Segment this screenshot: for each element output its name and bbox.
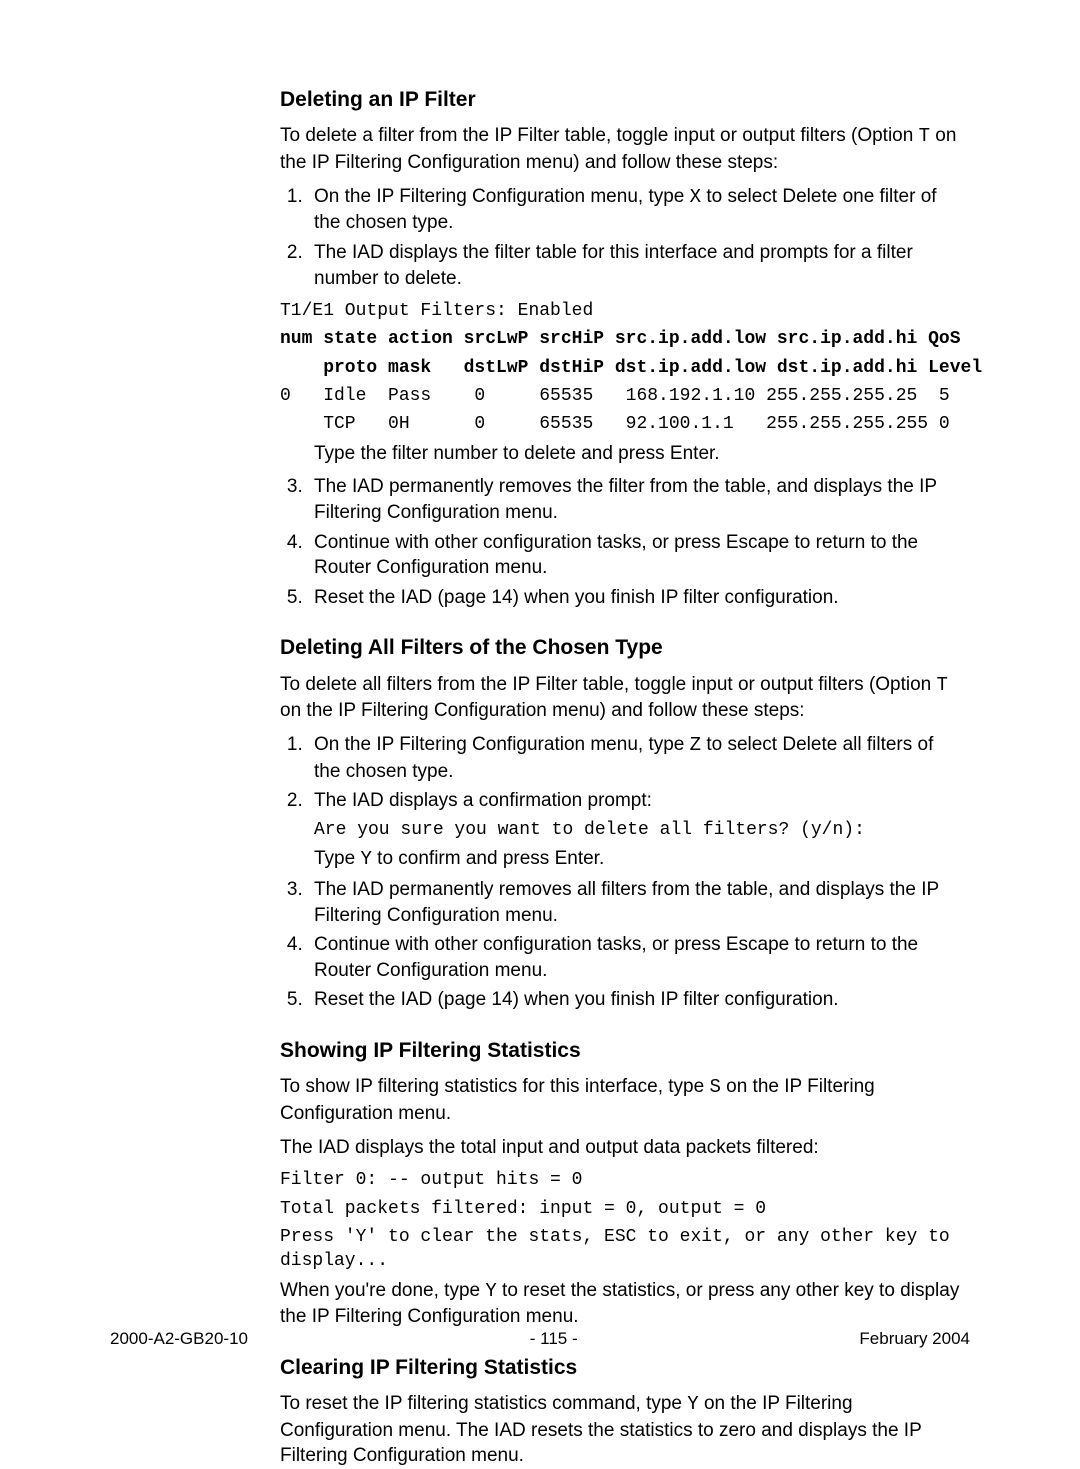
list-item: On the IP Filtering Configuration menu, … xyxy=(308,732,960,784)
text: To delete a filter from the IP Filter ta… xyxy=(280,125,919,146)
terminal-header-line: num state action srcLwP srcHiP src.ip.ad… xyxy=(280,327,960,351)
footer-right: February 2004 xyxy=(859,1329,970,1349)
text: on the IP Filtering Configuration menu) … xyxy=(280,700,805,721)
text: to confirm and press Enter. xyxy=(372,848,604,869)
steps-list: On the IP Filtering Configuration menu, … xyxy=(280,184,960,292)
section-delete-ip-filter: Deleting an IP Filter To delete a filter… xyxy=(280,86,960,610)
steps-list-continued: The IAD permanently removes the filter f… xyxy=(280,474,960,610)
intro-paragraph: To reset the IP filtering statistics com… xyxy=(280,1391,960,1469)
terminal-line: Are you sure you want to delete all filt… xyxy=(314,818,960,842)
list-item: The IAD displays a confirmation prompt: … xyxy=(308,788,960,873)
list-item: The IAD permanently removes all filters … xyxy=(308,877,960,928)
list-item: Continue with other configuration tasks,… xyxy=(308,530,960,581)
text: To show IP filtering statistics for this… xyxy=(280,1076,709,1097)
list-item: On the IP Filtering Configuration menu, … xyxy=(308,184,960,236)
heading: Deleting All Filters of the Chosen Type xyxy=(280,634,960,661)
terminal-line: Press 'Y' to clear the stats, ESC to exi… xyxy=(280,1225,960,1274)
section-delete-all-filters: Deleting All Filters of the Chosen Type … xyxy=(280,634,960,1013)
intro-paragraph: To show IP filtering statistics for this… xyxy=(280,1074,960,1126)
key-literal: Z xyxy=(690,734,701,756)
key-literal: Y xyxy=(687,1393,698,1415)
text: On the IP Filtering Configuration menu, … xyxy=(314,186,690,207)
terminal-line: T1/E1 Output Filters: Enabled xyxy=(280,299,960,323)
text: When you're done, type xyxy=(280,1280,485,1301)
paragraph: When you're done, type Y to reset the st… xyxy=(280,1278,960,1330)
footer-center: - 115 - xyxy=(530,1329,578,1349)
intro-paragraph: To delete a filter from the IP Filter ta… xyxy=(280,123,960,175)
sub-instruction: Type the filter number to delete and pre… xyxy=(314,441,960,467)
text: On the IP Filtering Configuration menu, … xyxy=(314,734,690,755)
terminal-line: Filter 0: -- output hits = 0 xyxy=(280,1168,960,1192)
key-literal: S xyxy=(709,1076,720,1098)
text: To delete all filters from the IP Filter… xyxy=(280,674,937,695)
key-literal: X xyxy=(690,186,701,208)
list-item: The IAD displays the filter table for th… xyxy=(308,240,960,291)
key-literal: Y xyxy=(360,848,371,870)
key-literal: T xyxy=(937,674,948,696)
heading: Clearing IP Filtering Statistics xyxy=(280,1354,960,1381)
text: Type xyxy=(314,848,360,869)
sub-instruction: Type Y to confirm and press Enter. xyxy=(314,846,960,873)
section-show-statistics: Showing IP Filtering Statistics To show … xyxy=(280,1037,960,1330)
terminal-line: 0 Idle Pass 0 65535 168.192.1.10 255.255… xyxy=(280,384,960,408)
heading: Deleting an IP Filter xyxy=(280,86,960,113)
terminal-line: Total packets filtered: input = 0, outpu… xyxy=(280,1197,960,1221)
content-area: Deleting an IP Filter To delete a filter… xyxy=(280,86,960,1469)
heading: Showing IP Filtering Statistics xyxy=(280,1037,960,1064)
paragraph: The IAD displays the total input and out… xyxy=(280,1135,960,1161)
list-item: The IAD permanently removes the filter f… xyxy=(308,474,960,525)
intro-paragraph: To delete all filters from the IP Filter… xyxy=(280,672,960,724)
list-item: Continue with other configuration tasks,… xyxy=(308,932,960,983)
text: The IAD displays a confirmation prompt: xyxy=(314,790,652,811)
terminal-line: TCP 0H 0 65535 92.100.1.1 255.255.255.25… xyxy=(280,412,960,436)
key-literal: Y xyxy=(485,1280,496,1302)
document-page: Deleting an IP Filter To delete a filter… xyxy=(0,0,1080,1397)
footer-left: 2000-A2-GB20-10 xyxy=(110,1329,248,1349)
list-item: Reset the IAD (page 14) when you finish … xyxy=(308,987,960,1013)
terminal-header-line: proto mask dstLwP dstHiP dst.ip.add.low … xyxy=(280,356,960,380)
list-item: Reset the IAD (page 14) when you finish … xyxy=(308,585,960,611)
page-footer: 2000-A2-GB20-10 - 115 - February 2004 xyxy=(110,1329,970,1349)
text: To reset the IP filtering statistics com… xyxy=(280,1393,687,1414)
key-literal: T xyxy=(919,125,930,147)
steps-list: On the IP Filtering Configuration menu, … xyxy=(280,732,960,1013)
section-clear-statistics: Clearing IP Filtering Statistics To rese… xyxy=(280,1354,960,1469)
